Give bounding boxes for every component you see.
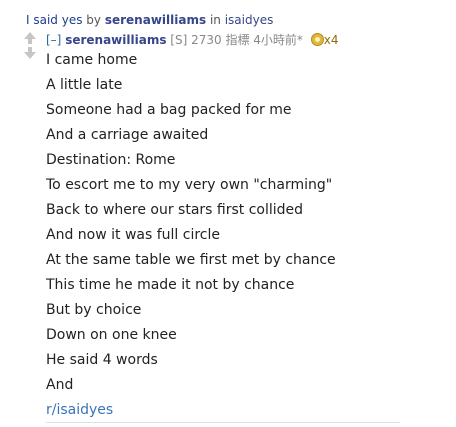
post-subreddit-link[interactable]: isaidyes bbox=[225, 13, 274, 27]
comment-line: And a carriage awaited bbox=[46, 127, 209, 143]
comment-line: Destination: Rome bbox=[46, 152, 176, 168]
comment-line: At the same table we first met by chance bbox=[46, 252, 336, 268]
comment-line: A little late bbox=[46, 77, 123, 93]
comment-line: And now it was full circle bbox=[46, 227, 220, 243]
divider bbox=[46, 422, 400, 423]
comment-line: Back to where our stars first collided bbox=[46, 202, 304, 218]
vote-arrows bbox=[23, 32, 37, 59]
comment-line: Someone had a bag packed for me bbox=[46, 102, 292, 118]
comment-line: He said 4 words bbox=[46, 352, 158, 368]
gilded-icon bbox=[310, 33, 324, 46]
comment-time: 4小時前* bbox=[253, 33, 303, 47]
comment-author-link[interactable]: serenawilliams bbox=[65, 33, 166, 47]
comment-line: To escort me to my very own "charming" bbox=[46, 177, 333, 193]
comment-line: Down on one knee bbox=[46, 327, 177, 343]
comment-line: But by choice bbox=[46, 302, 142, 318]
comment-meta: [–] serenawilliams [S] 2730 指標 4小時前* x4 bbox=[46, 31, 339, 48]
post-author-link[interactable]: serenawilliams bbox=[105, 13, 206, 27]
comment-body: I came home A little late Someone had a … bbox=[46, 50, 336, 425]
gilded-count: x4 bbox=[323, 33, 339, 47]
upvote-icon[interactable] bbox=[23, 32, 37, 44]
downvote-icon[interactable] bbox=[23, 47, 37, 59]
comment-points: 2730 指標 bbox=[191, 33, 250, 47]
comment-line: This time he made it not by chance bbox=[46, 277, 295, 293]
collapse-toggle[interactable]: [–] bbox=[46, 33, 61, 47]
comment-line: I came home bbox=[46, 52, 138, 68]
post-title-link[interactable]: I said yes bbox=[26, 13, 82, 27]
in-label: in bbox=[209, 13, 221, 27]
post-header: I said yes by serenawilliams in isaidyes bbox=[26, 13, 273, 27]
comment-line: And bbox=[46, 377, 74, 393]
by-label: by bbox=[86, 13, 102, 27]
submitter-flair: [S] bbox=[170, 33, 188, 47]
